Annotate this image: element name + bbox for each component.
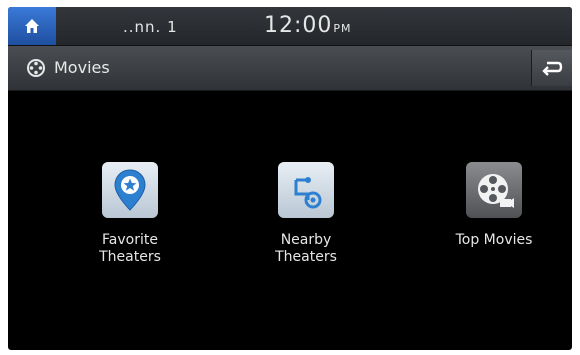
screen-frame: ..nn. 1 12:00PM Movies Favorite Theaters…: [8, 7, 572, 350]
menu-item-label: Top Movies: [455, 232, 533, 248]
menu-item-label: Nearby Theaters: [275, 232, 337, 265]
page-title: Movies: [54, 58, 110, 77]
film-icon: [27, 59, 45, 77]
route-icon: [294, 177, 322, 209]
menu-item-label: Favorite Theaters: [99, 232, 161, 265]
film-reel-icon: [478, 174, 514, 208]
signal-indicator: ..nn. 1: [123, 18, 178, 36]
menu-item-nearby-theaters[interactable]: Nearby Theaters: [231, 162, 381, 266]
clock-suffix: PM: [333, 22, 352, 35]
home-icon: [25, 19, 39, 33]
favorite-theaters-tile[interactable]: [102, 162, 158, 218]
clock: 12:00PM: [264, 13, 352, 38]
title-bar: Movies: [8, 46, 572, 91]
status-bar: ..nn. 1 12:00PM: [8, 7, 572, 46]
back-button[interactable]: [531, 50, 572, 86]
menu-grid: Favorite Theaters Nearby Theaters Top Mo…: [8, 91, 572, 350]
location-pin-star-icon: [114, 169, 146, 211]
menu-item-top-movies[interactable]: Top Movies: [419, 162, 569, 249]
nearby-theaters-tile[interactable]: [278, 162, 334, 218]
clock-time: 12:00: [264, 13, 333, 38]
top-movies-tile[interactable]: [466, 162, 522, 218]
back-arrow-icon: [542, 61, 563, 76]
menu-item-favorite-theaters[interactable]: Favorite Theaters: [55, 162, 205, 266]
home-button[interactable]: [8, 7, 56, 45]
